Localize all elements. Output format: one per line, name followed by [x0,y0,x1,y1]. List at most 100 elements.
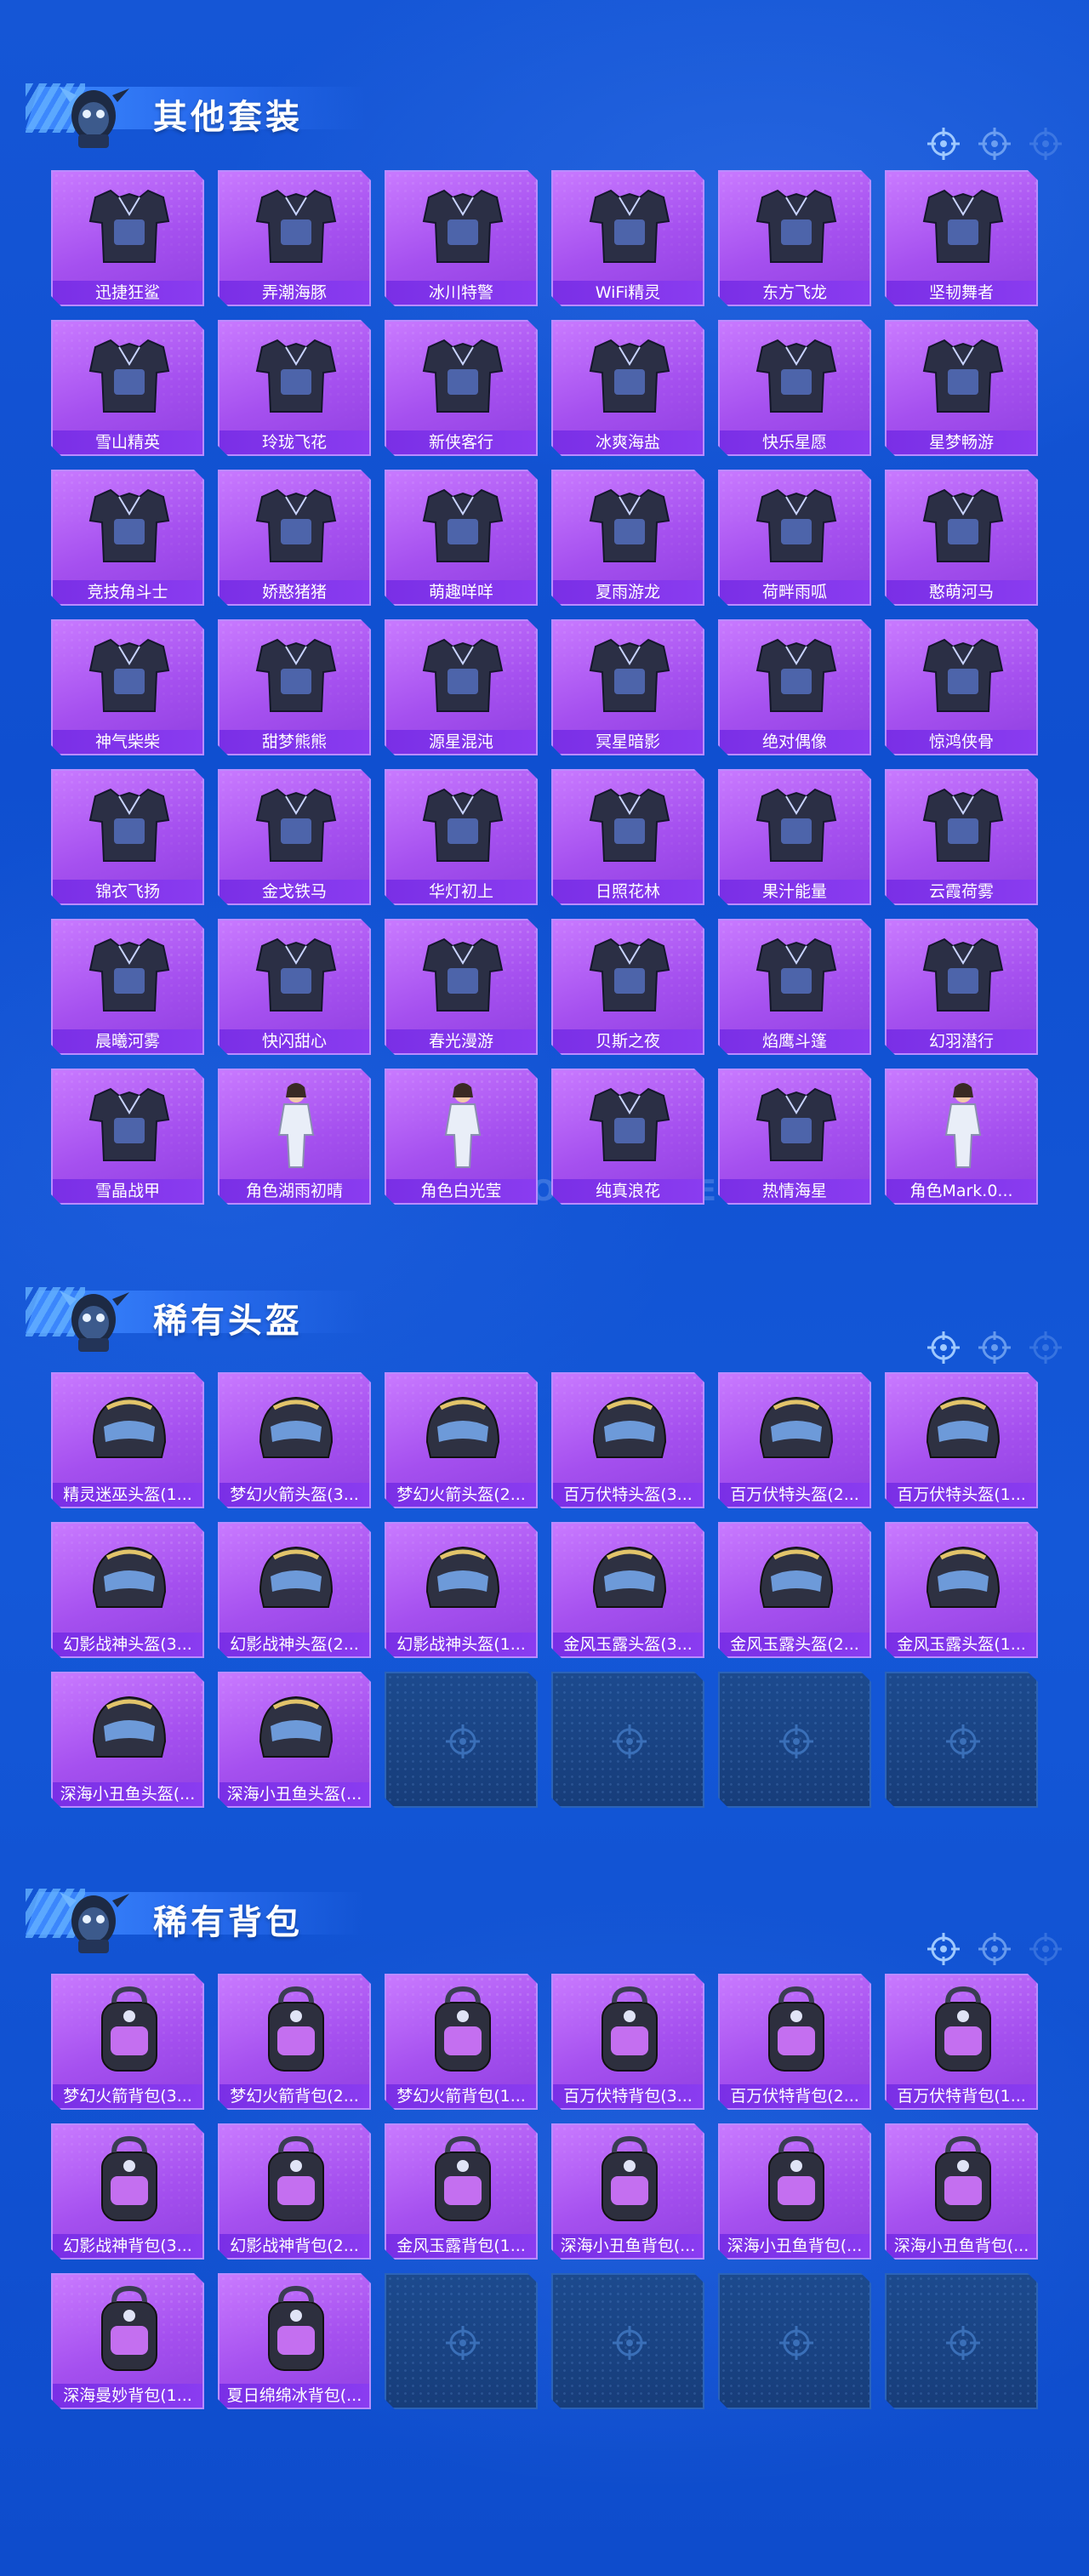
target-icon [978,1933,1011,1965]
item-card[interactable]: 金风玉露头盔(3... [551,1522,704,1658]
item-card[interactable]: 梦幻火箭背包(2... [218,1974,371,2110]
item-label: 迅捷狂鲨 [53,281,202,305]
item-card[interactable]: 角色Mark.0... [885,1069,1038,1205]
item-card[interactable]: 源星混沌 [385,619,538,755]
item-card[interactable]: 绝对偶像 [718,619,871,755]
item-card[interactable]: 弄潮海豚 [218,170,371,306]
item-card[interactable]: 金风玉露头盔(2... [718,1522,871,1658]
item-card[interactable]: 深海小丑鱼背包(... [718,2123,871,2260]
target-icon [442,1721,483,1762]
item-card[interactable]: 华灯初上 [385,769,538,905]
item-card[interactable]: 竞技角斗士 [51,470,204,606]
empty-slot [385,2273,538,2409]
item-card[interactable]: 坚韧舞者 [885,170,1038,306]
item-card[interactable]: 憨萌河马 [885,470,1038,606]
item-label: 荷畔雨呱 [720,580,869,604]
item-card[interactable]: 春光漫游 [385,919,538,1055]
outfit-icon [237,929,356,1023]
item-card[interactable]: 幻羽潜行 [885,919,1038,1055]
backpack-icon [403,1984,522,2077]
item-card[interactable]: 迅捷狂鲨 [51,170,204,306]
item-card[interactable]: 百万伏特头盔(3... [551,1372,704,1508]
empty-slot [885,2273,1038,2409]
item-card[interactable]: 甜梦熊熊 [218,619,371,755]
item-card[interactable]: 娇憨猪猪 [218,470,371,606]
item-card[interactable]: 晨曦河雾 [51,919,204,1055]
outfit-icon [904,779,1023,873]
item-card[interactable]: 角色白光莹 [385,1069,538,1205]
item-card[interactable]: 贝斯之夜 [551,919,704,1055]
outfit-icon [570,779,689,873]
item-card[interactable]: 热情海星 [718,1069,871,1205]
item-label: 深海小丑鱼头盔(... [220,1782,369,1806]
item-card[interactable]: 纯真浪花 [551,1069,704,1205]
item-card[interactable]: 精灵迷巫头盔(1... [51,1372,204,1508]
helmet-icon [403,1532,522,1626]
item-card[interactable]: 梦幻火箭背包(3... [51,1974,204,2110]
item-card[interactable]: 冰爽海盐 [551,320,704,456]
item-card[interactable]: 百万伏特头盔(2... [718,1372,871,1508]
item-card[interactable]: 焰鹰斗篷 [718,919,871,1055]
item-card[interactable]: 深海小丑鱼头盔(... [51,1672,204,1808]
outfit-icon [904,480,1023,573]
item-card[interactable]: 梦幻火箭头盔(2... [385,1372,538,1508]
item-card[interactable]: 深海小丑鱼头盔(... [218,1672,371,1808]
item-label: 弄潮海豚 [220,281,369,305]
target-icon [776,1721,817,1762]
item-card[interactable]: 惊鸿侠骨 [885,619,1038,755]
item-label: 雪山精英 [53,430,202,454]
outfit-icon [70,330,189,424]
item-card[interactable]: 金风玉露背包(1... [385,2123,538,2260]
target-icon [1029,1933,1062,1965]
item-card[interactable]: 荷畔雨呱 [718,470,871,606]
item-card[interactable]: 幻影战神头盔(2... [218,1522,371,1658]
item-card[interactable]: 梦幻火箭背包(1... [385,1974,538,2110]
item-card[interactable]: 萌趣咩咩 [385,470,538,606]
item-card[interactable]: 金戈铁马 [218,769,371,905]
item-card[interactable]: 玲珑飞花 [218,320,371,456]
item-card[interactable]: 百万伏特头盔(1... [885,1372,1038,1508]
item-card[interactable]: 东方飞龙 [718,170,871,306]
item-card[interactable]: 新侠客行 [385,320,538,456]
target-icon [609,1721,650,1762]
item-card[interactable]: 日照花林 [551,769,704,905]
section-title: 稀有背包 [153,1903,303,1942]
item-card[interactable]: 锦衣飞扬 [51,769,204,905]
helmet-icon [70,1532,189,1626]
item-card[interactable]: 果汁能量 [718,769,871,905]
item-card[interactable]: 夏日绵绵冰背包(... [218,2273,371,2409]
item-card[interactable]: 星梦畅游 [885,320,1038,456]
item-card[interactable]: 云霞荷雾 [885,769,1038,905]
item-card[interactable]: 幻影战神头盔(1... [385,1522,538,1658]
item-card[interactable]: 深海小丑鱼背包(... [551,2123,704,2260]
item-label: 深海小丑鱼头盔(... [53,1782,202,1806]
item-card[interactable]: 雪晶战甲 [51,1069,204,1205]
outfit-icon [904,330,1023,424]
item-card[interactable]: 雪山精英 [51,320,204,456]
item-card[interactable]: 幻影战神背包(2... [218,2123,371,2260]
item-card[interactable]: 快乐星愿 [718,320,871,456]
item-card[interactable]: 角色湖雨初晴 [218,1069,371,1205]
item-card[interactable]: WiFi精灵 [551,170,704,306]
item-card[interactable]: 冰川特警 [385,170,538,306]
character-icon [904,1079,1023,1172]
item-card[interactable]: 百万伏特背包(1... [885,1974,1038,2110]
item-card[interactable]: 快闪甜心 [218,919,371,1055]
item-card[interactable]: 神气柴柴 [51,619,204,755]
item-label: 角色白光莹 [386,1179,536,1203]
target-icon [943,1721,984,1762]
item-card[interactable]: 百万伏特背包(3... [551,1974,704,2110]
backpack-icon [70,2134,189,2227]
character-icon [237,1079,356,1172]
item-card[interactable]: 深海曼妙背包(1... [51,2273,204,2409]
item-card[interactable]: 百万伏特背包(2... [718,1974,871,2110]
item-label: 快闪甜心 [220,1029,369,1053]
item-card[interactable]: 深海小丑鱼背包(... [885,2123,1038,2260]
item-card[interactable]: 金风玉露头盔(1... [885,1522,1038,1658]
item-card[interactable]: 幻影战神头盔(3... [51,1522,204,1658]
item-card[interactable]: 梦幻火箭头盔(3... [218,1372,371,1508]
empty-slot [718,1672,871,1808]
item-card[interactable]: 幻影战神背包(3... [51,2123,204,2260]
item-card[interactable]: 冥星暗影 [551,619,704,755]
item-card[interactable]: 夏雨游龙 [551,470,704,606]
